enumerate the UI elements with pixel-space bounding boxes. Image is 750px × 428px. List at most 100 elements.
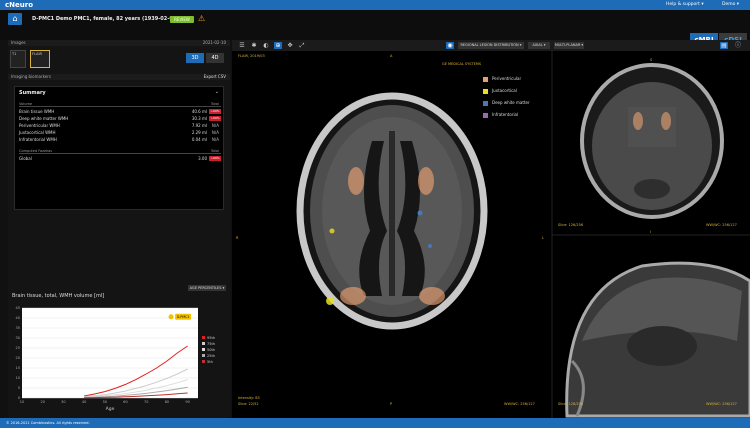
y-tick-label: 30 (16, 336, 20, 340)
y-tick-label: 45 (16, 306, 20, 310)
x-tick-label: 10 (20, 400, 24, 404)
orientation-p: P (390, 402, 393, 406)
sagittal-view[interactable] (565, 261, 750, 418)
y-tick-label: 25 (16, 346, 20, 350)
intensity-label: Intensity: 85 (238, 396, 260, 400)
axial-view[interactable] (296, 92, 488, 330)
home-button[interactable]: ⌂ (8, 13, 22, 25)
x-tick-label: 90 (185, 400, 189, 404)
y-tick-label: 15 (16, 366, 20, 370)
left-panel: Images 2021-02-10 T1 FLAIR 3D 4D Imaging … (8, 40, 230, 418)
x-tick-label: 80 (165, 400, 169, 404)
viewer-toolbar: ☰ ✱ ◐ ⊕ ✥ ⤢ ◉ REGIONAL LESION DISTRIBUTI… (232, 40, 750, 51)
table-header: Volume Total (19, 102, 221, 107)
zoom-icon[interactable]: ⊕ (274, 42, 282, 49)
legend-label: 75th (207, 342, 215, 346)
findings-header: Imaging biomarkers Export CSV (8, 74, 230, 80)
legend-label: 50th (207, 348, 215, 352)
footer: © 2016-2021 Combinostics. All rights res… (0, 418, 750, 428)
age-percentiles-dropdown[interactable]: AGE PERCENTILES ▾ (188, 285, 226, 291)
table-row: Brain tissue WMH 40.6 ml >99% (19, 109, 221, 114)
y-tick-label: 10 (16, 376, 20, 380)
x-tick-label: 70 (144, 400, 148, 404)
eye-icon[interactable]: ◉ (446, 42, 454, 49)
orientation-i: I (650, 230, 652, 234)
legend-swatch (202, 336, 205, 339)
user-menu[interactable]: Demo ▾ (722, 2, 739, 7)
x-tick-label: 50 (103, 400, 107, 404)
pan-icon[interactable]: ✥ (286, 42, 294, 49)
y-tick-label: 35 (16, 326, 20, 330)
x-axis-label: Age (106, 406, 115, 412)
sagittal-slice-label: Slice: 128/256 (558, 402, 584, 406)
x-tick-label: 40 (82, 400, 86, 404)
lesion-distribution-dropdown[interactable]: REGIONAL LESION DISTRIBUTION ▾ (458, 42, 524, 49)
layout-dropdown[interactable]: MULTI-PLANAR ▾ (554, 42, 584, 49)
legend-swatch (202, 354, 205, 357)
info-icon[interactable]: ⓘ (734, 42, 742, 49)
computed-header: Computed Fazekas Total (19, 149, 221, 154)
patient-info: D-PMC1 Demo PMC1, female, 82 years (1939… (32, 16, 179, 22)
coronal-wwc-label: WW/WC: 256/127 (706, 223, 737, 227)
expand-icon[interactable]: ⤢ (298, 42, 306, 49)
y-tick-label: 40 (16, 316, 20, 320)
help-menu[interactable]: Help & support ▾ (666, 2, 704, 7)
wmh-percentile-chart: 05101520253035404510 20 30 40 50 60 70 80 90Age9… (16, 306, 216, 412)
home-icon: ⌂ (12, 14, 18, 23)
legend-label: 5th (207, 360, 213, 364)
table-row: Infratentorial WMH 0.04 ml N/A (19, 137, 219, 142)
table-row: Deep white matter WMH 30.3 ml >99% (19, 116, 221, 121)
orientation-a: A (390, 54, 393, 58)
patient-bar: ⌂ D-PMC1 Demo PMC1, female, 82 years (19… (0, 10, 750, 47)
review-button[interactable]: REVIEW (170, 16, 194, 23)
legend-item: Infratentorial (483, 112, 518, 118)
series-label: FLAIR, 2019/03 (238, 54, 265, 58)
manufacturer-label: GE MEDICAL SYSTEMS (442, 62, 482, 66)
viewer-panel: ☰ ✱ ◐ ⊕ ✥ ⤢ ◉ REGIONAL LESION DISTRIBUTI… (232, 40, 750, 418)
table-row: Periventricular WMH 7.92 ml N/A (19, 123, 219, 128)
brand-logo: cNeuro (5, 1, 33, 9)
sagittal-wwc-label: WW/WC: 256/127 (706, 402, 737, 406)
coronal-slice-label: Slice: 126/256 (558, 223, 584, 227)
table-row-global: Global 3.00 >99% (19, 156, 221, 161)
view-3d-button[interactable]: 3D (186, 53, 204, 63)
warning-icon[interactable]: ⚠ (198, 15, 205, 23)
orientation-r: R (236, 236, 239, 240)
summary-title: Summary (19, 90, 46, 96)
x-tick-label: 30 (61, 400, 65, 404)
contrast-icon[interactable]: ◐ (262, 42, 270, 49)
top-bar: cNeuro Help & support ▾ Demo ▾ (0, 0, 750, 10)
axial-wwc-label: WW/WC: 256/127 (504, 402, 535, 406)
legend-swatch (202, 342, 205, 345)
settings-icon[interactable]: ✱ (250, 42, 258, 49)
legend-item: Periventricular (483, 76, 521, 82)
y-tick-label: 5 (18, 386, 20, 390)
export-csv-link[interactable]: Export CSV (204, 74, 226, 80)
coronal-view[interactable] (580, 63, 724, 219)
legend-swatch (202, 360, 205, 363)
x-tick-label: 60 (123, 400, 127, 404)
legend-label: 25th (207, 354, 215, 358)
patient-point (168, 314, 174, 320)
summary-table: Summary ⌄ Volume Total Brain tissue WMH 40… (14, 86, 224, 210)
thumbnail-flair[interactable]: FLAIR (30, 50, 50, 68)
x-tick-label: 20 (40, 400, 44, 404)
menu-icon[interactable]: ☰ (238, 42, 246, 49)
legend-label: 95th (207, 336, 215, 340)
layers-icon[interactable]: ▤ (720, 42, 728, 49)
orientation-dropdown[interactable]: AXIAL ▾ (528, 42, 550, 49)
images-header: Images 2021-02-10 (8, 40, 230, 46)
legend-item: Juxtacortical (483, 88, 517, 94)
y-tick-label: 20 (16, 356, 20, 360)
legend-item: Deep white matter (483, 100, 530, 106)
lesion-legend: Periventricular Juxtacortical Deep white… (480, 73, 540, 125)
thumbnail-t1[interactable]: T1 (10, 50, 26, 68)
view-4d-button[interactable]: 4D (206, 53, 224, 63)
chevron-down-icon[interactable]: ⌄ (215, 89, 219, 95)
orientation-s: S (650, 58, 653, 62)
chart-title: Brain tissue, total, WMH volume [ml] (12, 293, 105, 299)
table-row: Juxtacortical WMH 2.29 ml N/A (19, 130, 219, 135)
axial-slice-label: Slice: 22/52 (238, 402, 259, 406)
legend-swatch (202, 348, 205, 351)
orientation-l: L (542, 236, 544, 240)
